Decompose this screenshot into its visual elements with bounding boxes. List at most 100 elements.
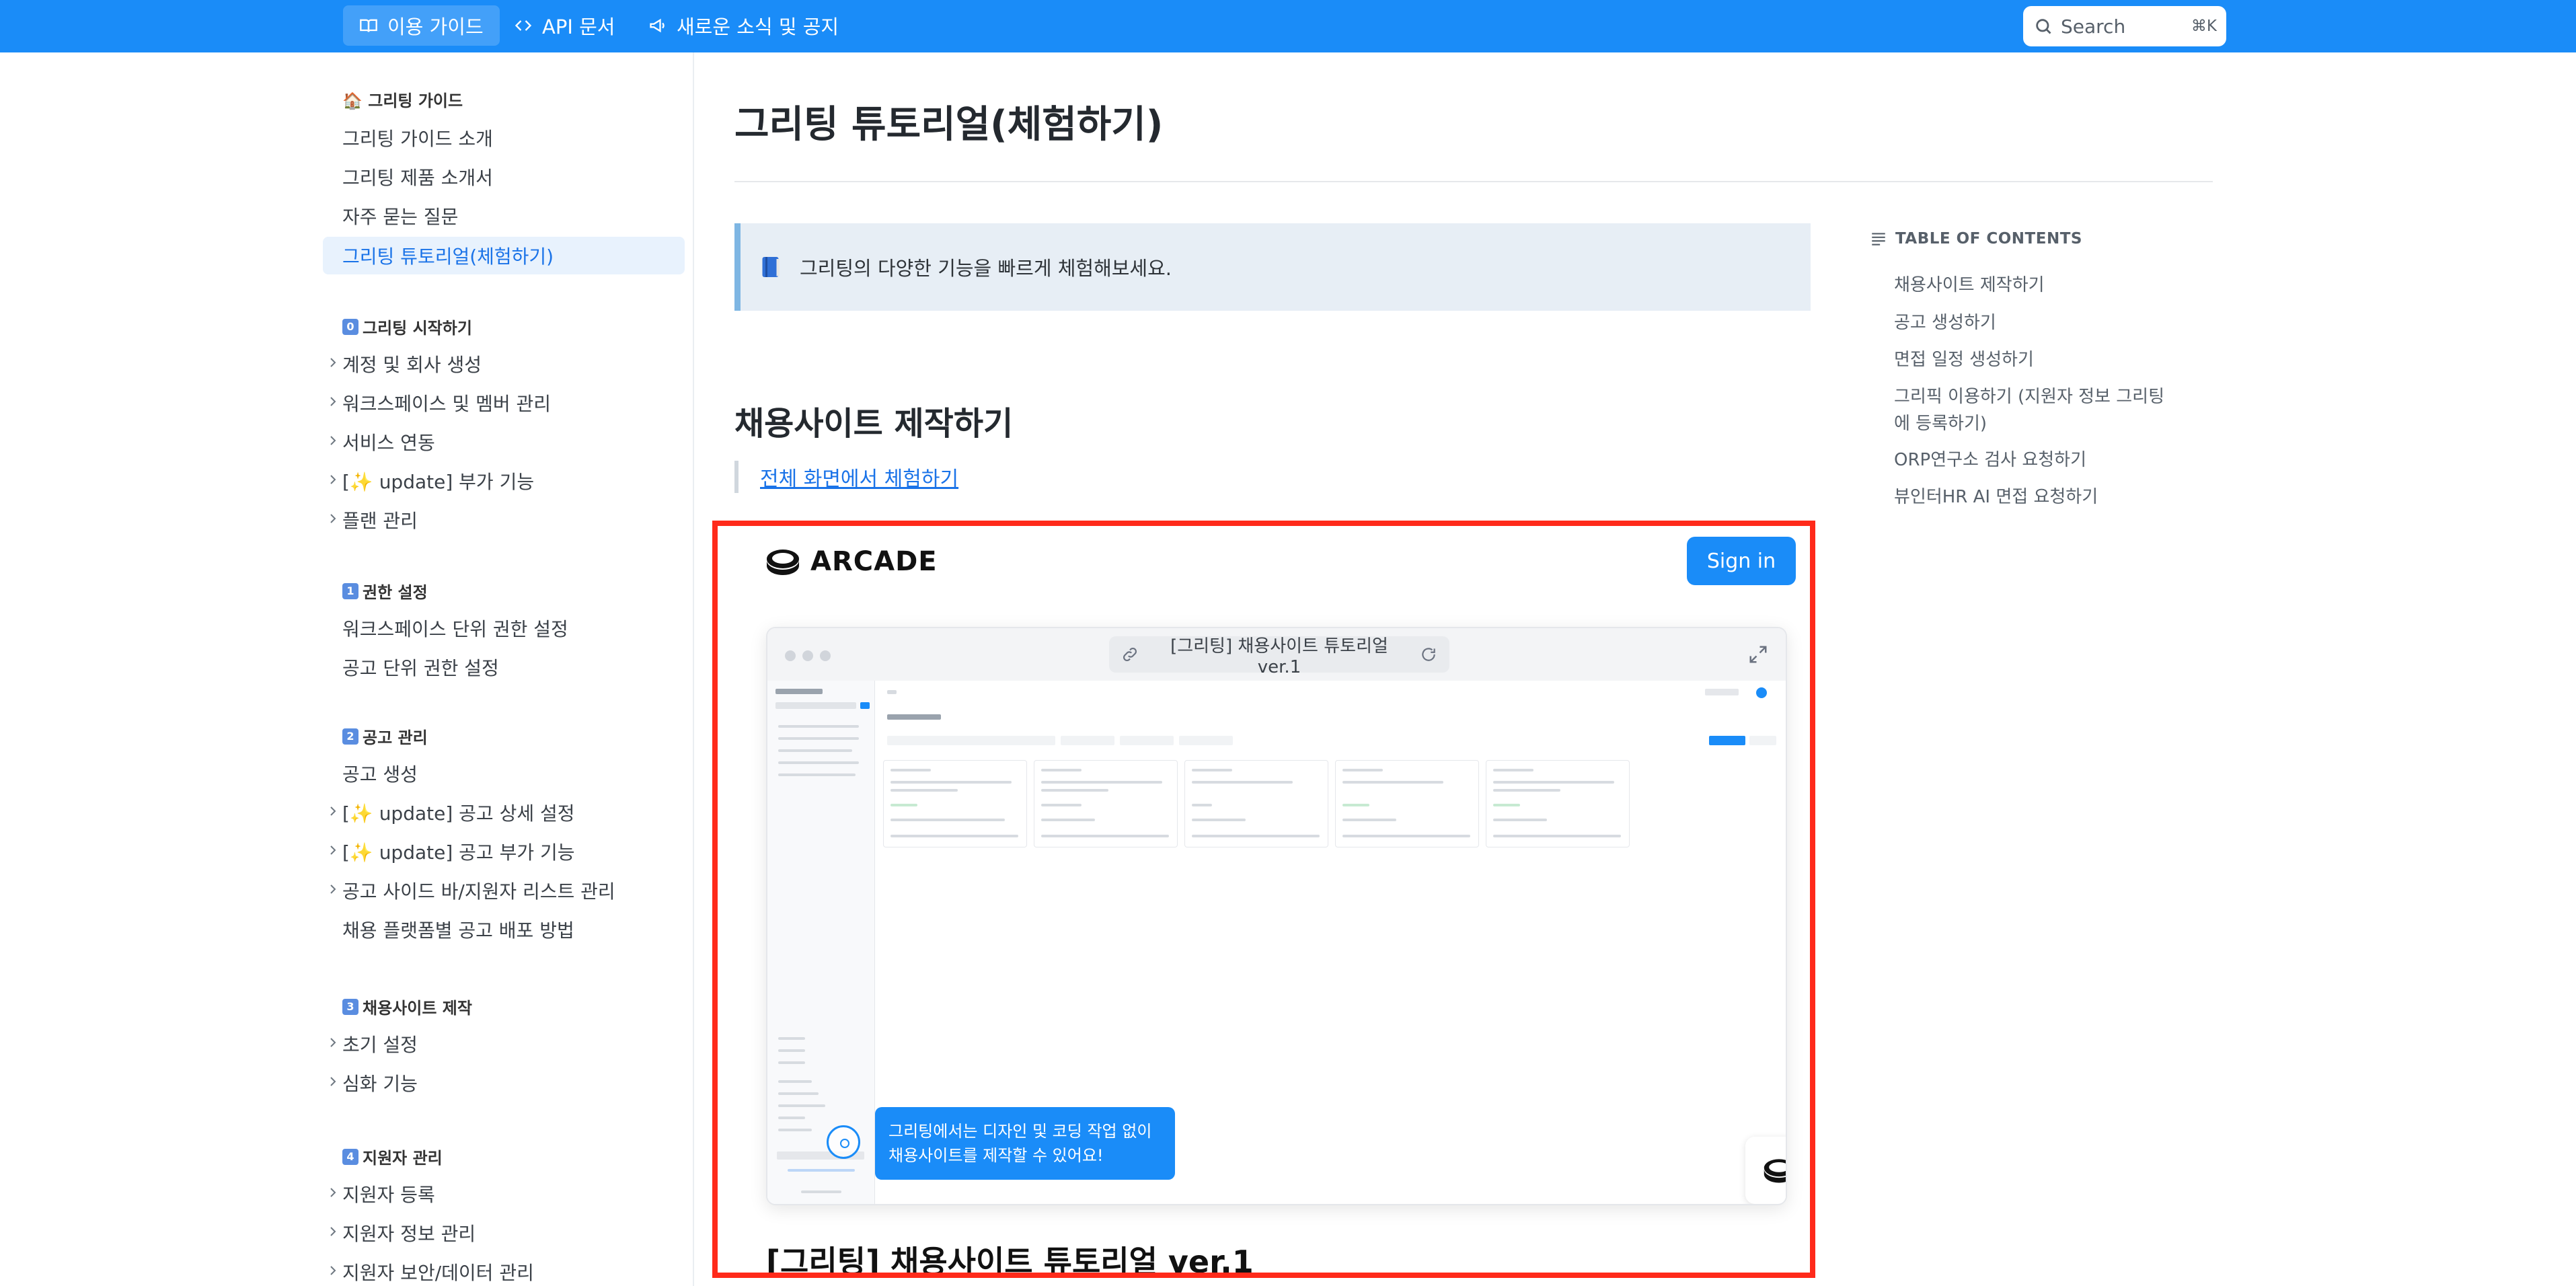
preview-line	[1493, 835, 1621, 837]
preview-line	[778, 725, 859, 728]
nav-user-guide[interactable]: 이용 가이드	[343, 5, 500, 46]
refresh-icon[interactable]	[1420, 646, 1437, 663]
sign-in-button[interactable]: Sign in	[1687, 537, 1796, 585]
sidebar-item-account[interactable]: 계정 및 회사 생성	[342, 350, 482, 377]
toc-item[interactable]: ORP연구소 검사 요청하기	[1894, 447, 2176, 474]
sidebar-item-job-addon[interactable]: [✨ update] 공고 부가 기능	[342, 838, 575, 865]
preview-line	[778, 761, 859, 764]
sidebar-item-workspace-permission[interactable]: 워크스페이스 단위 권한 설정	[342, 615, 568, 642]
chevron-right-icon[interactable]	[328, 474, 338, 485]
chevron-right-icon[interactable]	[328, 1076, 338, 1087]
preview-card	[1486, 760, 1630, 847]
preview-line	[778, 737, 859, 740]
preview-line	[1041, 835, 1169, 837]
chevron-right-icon[interactable]	[328, 396, 338, 407]
sidebar-item-job-permission[interactable]: 공고 단위 권한 설정	[342, 654, 499, 681]
sidebar-section-start: 0 그리팅 시작하기	[342, 315, 472, 338]
preview-card	[883, 760, 1027, 847]
toc-heading: TABLE OF CONTENTS	[1870, 230, 2082, 248]
toc-item[interactable]: 채용사이트 제작하기	[1894, 272, 2176, 299]
preview-line	[1709, 736, 1745, 745]
sidebar-item-job-sidebar[interactable]: 공고 사이드 바/지원자 리스트 관리	[342, 877, 615, 904]
sidebar-section-career-site: 3 채용사이트 제작	[342, 995, 472, 1018]
arcade-brand-text: ARCADE	[810, 546, 938, 577]
sidebar-item-initial-setup[interactable]: 초기 설정	[342, 1030, 418, 1057]
sidebar-item-product-deck[interactable]: 그리팅 제품 소개서	[342, 163, 493, 190]
nav-api-docs-label: API 문서	[542, 15, 615, 38]
chevron-right-icon[interactable]	[328, 1037, 338, 1048]
preview-line	[778, 1037, 805, 1040]
sidebar-item-job-distribution[interactable]: 채용 플랫폼별 공고 배포 방법	[342, 916, 574, 943]
toc-heading-label: TABLE OF CONTENTS	[1895, 230, 2082, 248]
link-icon	[1121, 646, 1139, 663]
sidebar-section-job: 2 공고 관리	[342, 724, 428, 748]
preview-line	[1749, 736, 1776, 745]
preview-line	[1041, 819, 1095, 821]
chevron-right-icon[interactable]	[328, 357, 338, 368]
nav-news[interactable]: 새로운 소식 및 공지	[632, 5, 855, 46]
arcade-logo: ARCADE	[765, 546, 938, 577]
chevron-right-icon[interactable]	[328, 1226, 338, 1237]
chevron-right-icon[interactable]	[328, 806, 338, 817]
search-shortcut: ⌘K	[2191, 17, 2217, 35]
chevron-right-icon[interactable]	[328, 1265, 338, 1276]
nav-api-docs[interactable]: API 문서	[498, 5, 631, 46]
preview-line	[1192, 835, 1320, 837]
search-icon	[2034, 17, 2053, 36]
sidebar-item-workspace[interactable]: 워크스페이스 및 멤버 관리	[342, 389, 551, 416]
tutorial-hotspot[interactable]	[827, 1125, 860, 1159]
toc-item[interactable]: 공고 생성하기	[1894, 309, 2176, 336]
preview-line	[1342, 769, 1383, 771]
preview-card	[1335, 760, 1479, 847]
arcade-embed[interactable]: ARCADE Sign in [그리팅] 채용사이트 튜토리얼 ver.1 그리…	[712, 521, 1815, 1278]
chevron-right-icon[interactable]	[328, 884, 338, 895]
arcade-fab-button[interactable]	[1745, 1137, 1786, 1204]
sidebar-item-applicant-register[interactable]: 지원자 등록	[342, 1180, 435, 1207]
sidebar-item-integration[interactable]: 서비스 연동	[342, 428, 435, 455]
sidebar-item-faq[interactable]: 자주 묻는 질문	[342, 202, 458, 229]
toc-item[interactable]: 그리픽 이용하기 (지원자 정보 그리팅에 등록하기)	[1894, 383, 2176, 437]
expand-icon[interactable]	[1748, 644, 1768, 665]
preview-line	[1493, 781, 1614, 784]
sidebar-item-job-create[interactable]: 공고 생성	[342, 760, 418, 787]
sidebar-item-tutorial-label: 그리팅 튜토리얼(체험하기)	[342, 245, 554, 268]
sidebar-item-job-detail[interactable]: [✨ update] 공고 상세 설정	[342, 799, 575, 826]
nav-news-label: 새로운 소식 및 공지	[677, 15, 839, 38]
nav-user-guide-label: 이용 가이드	[387, 15, 484, 38]
sidebar-section-start-label: 그리팅 시작하기	[363, 319, 472, 338]
toc-item[interactable]: 뷰인터HR AI 면접 요청하기	[1894, 484, 2176, 510]
url-bar[interactable]: [그리팅] 채용사이트 튜토리얼 ver.1	[1109, 636, 1449, 677]
blockquote: 전체 화면에서 체험하기	[734, 461, 958, 493]
sidebar-section-permission-label: 권한 설정	[363, 583, 428, 602]
sidebar-item-applicant-info[interactable]: 지원자 정보 관리	[342, 1219, 476, 1246]
sidebar-item-guide-intro[interactable]: 그리팅 가이드 소개	[342, 124, 493, 151]
chevron-right-icon[interactable]	[328, 1187, 338, 1198]
preview-line	[1705, 689, 1739, 695]
search-placeholder: Search	[2061, 15, 2126, 38]
toc-item[interactable]: 면접 일정 생성하기	[1894, 346, 2176, 373]
sidebar-section-applicant-label: 지원자 관리	[363, 1149, 443, 1168]
chevron-right-icon[interactable]	[328, 435, 338, 446]
preview-card	[1184, 760, 1328, 847]
preview-line	[891, 804, 917, 806]
preview-line	[1342, 804, 1369, 806]
preview-line	[891, 789, 958, 792]
top-nav-bar: 이용 가이드 API 문서 새로운 소식 및 공지 Search ⌘K	[0, 0, 2576, 52]
sidebar-item-advanced[interactable]: 심화 기능	[342, 1069, 418, 1096]
chevron-right-icon[interactable]	[328, 513, 338, 524]
fullscreen-link[interactable]: 전체 화면에서 체험하기	[760, 462, 958, 492]
section-number-badge: 2	[342, 728, 358, 745]
sidebar-item-addons[interactable]: [✨ update] 부가 기능	[342, 467, 534, 494]
arcade-logo-icon	[767, 550, 799, 575]
preview-line	[1493, 769, 1533, 771]
search-input[interactable]: Search ⌘K	[2023, 6, 2226, 46]
chevron-right-icon[interactable]	[328, 845, 338, 856]
section-number-badge: 0	[342, 318, 358, 335]
sidebar-item-tutorial[interactable]: 그리팅 튜토리얼(체험하기)	[323, 237, 685, 274]
sidebar-item-applicant-security[interactable]: 지원자 보안/데이터 관리	[342, 1258, 534, 1285]
preview-line	[1061, 736, 1114, 745]
preview-line	[801, 1190, 841, 1193]
preview-line	[778, 1092, 819, 1095]
sidebar-item-plan[interactable]: 플랜 관리	[342, 506, 418, 533]
list-icon	[1870, 230, 1887, 248]
